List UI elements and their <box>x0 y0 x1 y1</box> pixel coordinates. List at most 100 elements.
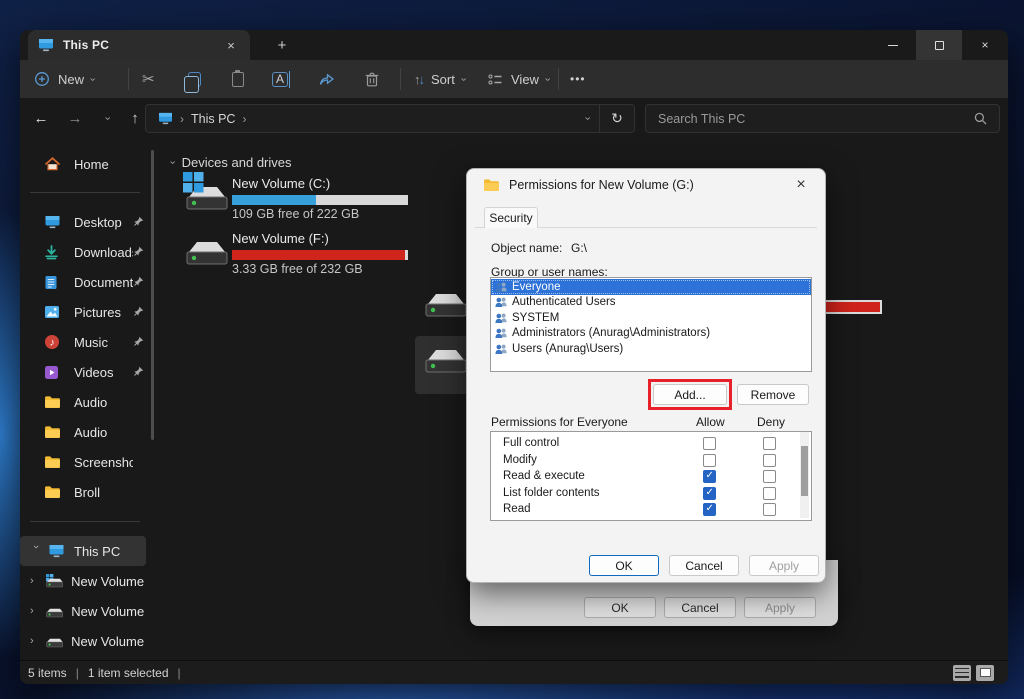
sidebar-item[interactable]: Pictures <box>20 297 146 327</box>
sidebar-item-home[interactable]: Home <box>20 150 146 178</box>
cancel-button[interactable]: Cancel <box>669 555 739 576</box>
cut-icon: ✂ <box>142 70 155 88</box>
sort-button[interactable]: ↑↓ Sort › <box>414 60 465 98</box>
apply-button[interactable]: Apply <box>744 597 816 618</box>
group-list[interactable]: Everyone Authenticated Users SYSTEM Admi… <box>490 277 812 372</box>
rename-button[interactable]: A <box>272 60 288 98</box>
deny-checkbox[interactable] <box>763 437 776 450</box>
sidebar-scrollbar[interactable] <box>151 150 154 440</box>
search-input[interactable]: Search This PC <box>645 104 1000 133</box>
deny-checkbox[interactable] <box>763 503 776 516</box>
drive-icon <box>183 234 231 270</box>
view-button[interactable]: View › <box>488 60 549 98</box>
ok-button[interactable]: OK <box>589 555 659 576</box>
sidebar-item[interactable]: Broll <box>20 477 146 507</box>
tree-chevron-icon[interactable]: › <box>30 545 42 557</box>
deny-checkbox[interactable] <box>763 487 776 500</box>
allow-checkbox[interactable] <box>703 470 716 483</box>
tab-close-icon[interactable]: × <box>222 38 240 53</box>
group-list-item[interactable]: Administrators (Anurag\Administrators) <box>491 326 811 342</box>
deny-checkbox[interactable] <box>763 454 776 467</box>
this-pc-icon <box>48 544 65 558</box>
sidebar-item[interactable]: Audio <box>20 417 146 447</box>
tab-security[interactable]: Security <box>484 207 538 228</box>
divider <box>20 507 170 536</box>
group-list-item[interactable]: Everyone <box>491 279 811 295</box>
new-button[interactable]: New › <box>34 60 94 98</box>
command-bar: New › ✂ A ↑↓ Sort › View › ••• <box>20 60 1008 98</box>
address-dropdown-icon[interactable]: › <box>582 117 593 121</box>
cancel-button[interactable]: Cancel <box>664 597 736 618</box>
sidebar-pinned-list: Desktop <box>20 207 170 507</box>
more-options-button[interactable]: ••• <box>570 60 586 98</box>
allow-checkbox[interactable] <box>703 503 716 516</box>
permission-name: Read & execute <box>503 470 585 482</box>
tree-item-label: New Volume (F:) <box>71 604 146 619</box>
thumbnail-view-icon[interactable] <box>976 665 994 681</box>
details-view-icon[interactable] <box>953 665 971 681</box>
status-separator: | <box>76 666 79 680</box>
deny-checkbox[interactable] <box>763 520 776 522</box>
group-list-item[interactable]: Users (Anurag\Users) <box>491 341 811 357</box>
allow-checkbox[interactable] <box>703 520 716 522</box>
sidebar-item-label: Downloads <box>74 245 133 260</box>
sidebar-item[interactable]: Videos <box>20 357 146 387</box>
downloads-icon <box>44 245 59 260</box>
sidebar-item[interactable]: Documents <box>20 267 146 297</box>
permissions-scrollbar[interactable] <box>800 432 809 518</box>
close-button[interactable]: × <box>962 30 1008 60</box>
allow-checkbox[interactable] <box>703 487 716 500</box>
cut-button[interactable]: ✂ <box>142 60 155 98</box>
drive-usage-fill <box>232 195 316 205</box>
paste-button[interactable] <box>232 60 244 98</box>
allow-checkbox[interactable] <box>703 454 716 467</box>
minimize-button[interactable] <box>870 30 916 60</box>
tree-chevron-icon[interactable]: › <box>30 635 39 647</box>
videos-icon <box>44 365 59 380</box>
deny-checkbox[interactable] <box>763 470 776 483</box>
sidebar-item[interactable]: Desktop <box>20 207 146 237</box>
apply-button[interactable]: Apply <box>749 555 819 576</box>
breadcrumb[interactable]: This PC <box>191 112 235 126</box>
share-button[interactable] <box>318 60 336 98</box>
drive-icon-partial-selected[interactable] <box>422 344 470 383</box>
drive-item[interactable]: New Volume (C:) 109 GB free of 222 GB <box>183 176 443 231</box>
drive-item[interactable]: New Volume (F:) 3.33 GB free of 232 GB <box>183 231 443 286</box>
maximize-button[interactable] <box>916 30 962 60</box>
address-row: ← → › ↑ › This PC › › ↻ Search This PC <box>20 98 1008 138</box>
tree-item[interactable]: › This PC <box>20 536 146 566</box>
tree-item[interactable]: › New Volume (C:) <box>20 566 146 596</box>
folder-icon <box>44 485 61 499</box>
group-list-item[interactable]: SYSTEM <box>491 310 811 326</box>
permission-row: Read & execute <box>491 469 811 486</box>
chevron-down-icon: › <box>166 161 177 165</box>
tab-this-pc[interactable]: This PC × <box>28 30 250 60</box>
remove-button[interactable]: Remove <box>737 384 809 405</box>
group-list-item[interactable]: Authenticated Users <box>491 295 811 311</box>
copy-button[interactable] <box>188 60 201 98</box>
dialog-close-icon[interactable]: × <box>791 176 811 194</box>
allow-checkbox[interactable] <box>703 437 716 450</box>
status-bar: 5 items | 1 item selected | <box>20 660 1008 684</box>
tree-chevron-icon[interactable]: › <box>30 575 39 587</box>
tree-item[interactable]: › New Volume (F:) <box>20 596 146 626</box>
selection-count: 1 item selected <box>88 666 169 680</box>
ok-button[interactable]: OK <box>584 597 656 618</box>
sidebar-item[interactable]: ♪ Music <box>20 327 146 357</box>
new-tab-button[interactable]: + <box>270 34 294 56</box>
back-button[interactable]: ← <box>28 106 54 130</box>
drive-icon-partial[interactable] <box>422 288 470 327</box>
tree-chevron-icon[interactable]: › <box>30 605 39 617</box>
address-bar[interactable]: › This PC › › ↻ <box>145 104 635 133</box>
delete-button[interactable] <box>364 60 380 98</box>
permissions-list[interactable]: Full control Modify Read & execute List … <box>490 431 812 521</box>
sidebar-item[interactable]: Screenshots <box>20 447 146 477</box>
tree-item[interactable]: › New Volume (G:) <box>20 626 146 656</box>
forward-button[interactable]: → <box>62 106 88 130</box>
sort-label: Sort <box>431 72 455 87</box>
refresh-button[interactable]: ↻ <box>600 110 634 127</box>
sidebar-item[interactable]: Audio <box>20 387 146 417</box>
sidebar-item[interactable]: Downloads <box>20 237 146 267</box>
section-header[interactable]: › Devices and drives <box>170 155 292 170</box>
recent-locations-button[interactable]: › <box>94 106 120 130</box>
